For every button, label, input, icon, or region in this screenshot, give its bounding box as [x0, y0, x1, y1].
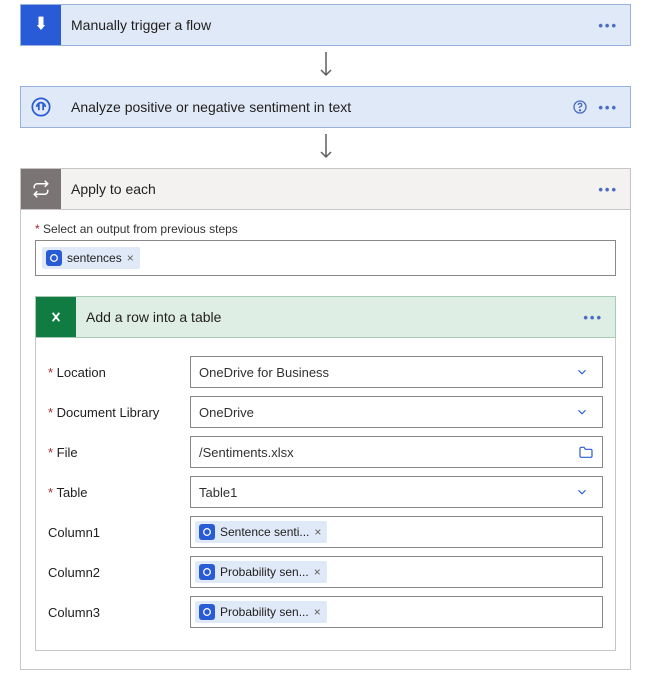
token-remove-button[interactable]: × [314, 525, 321, 539]
column3-input[interactable]: Probability sen... × [190, 596, 603, 628]
loop-body: Select an output from previous steps sen… [20, 210, 631, 670]
token-label: sentences [67, 251, 122, 265]
trigger-title: Manually trigger a flow [61, 17, 586, 33]
excel-menu-button[interactable]: ••• [583, 310, 603, 325]
flow-arrow-icon [20, 46, 631, 86]
location-select[interactable]: OneDrive for Business [190, 356, 603, 388]
token-label: Sentence senti... [220, 525, 309, 539]
loop-icon [21, 169, 61, 209]
column3-label: Column3 [48, 605, 178, 620]
token-col1[interactable]: Sentence senti... × [195, 521, 327, 543]
excel-icon [36, 297, 76, 337]
loop-title: Apply to each [61, 181, 586, 197]
file-picker[interactable]: /Sentiments.xlsx [190, 436, 603, 468]
token-label: Probability sen... [220, 605, 309, 619]
folder-picker-icon[interactable] [578, 445, 594, 459]
token-label: Probability sen... [220, 565, 309, 579]
output-label: Select an output from previous steps [35, 222, 616, 236]
excel-action-body: Location OneDrive for Business Document … [35, 338, 616, 651]
trigger-card[interactable]: Manually trigger a flow ••• [20, 4, 631, 46]
flow-arrow-icon [20, 128, 631, 168]
help-icon[interactable] [572, 99, 588, 115]
token-col3[interactable]: Probability sen... × [195, 601, 327, 623]
table-select[interactable]: Table1 [190, 476, 603, 508]
token-sentences[interactable]: sentences × [42, 247, 140, 269]
sentiment-menu-button[interactable]: ••• [598, 100, 618, 115]
chevron-down-icon[interactable] [570, 365, 594, 379]
column1-input[interactable]: Sentence senti... × [190, 516, 603, 548]
column2-label: Column2 [48, 565, 178, 580]
chevron-down-icon[interactable] [570, 485, 594, 499]
token-remove-button[interactable]: × [127, 251, 134, 265]
loop-header[interactable]: Apply to each ••• [20, 168, 631, 210]
excel-action-header[interactable]: Add a row into a table ••• [35, 296, 616, 338]
table-label: Table [48, 485, 178, 500]
sentiment-card[interactable]: Analyze positive or negative sentiment i… [20, 86, 631, 128]
chevron-down-icon[interactable] [570, 405, 594, 419]
file-label: File [48, 445, 178, 460]
location-label: Location [48, 365, 178, 380]
loop-output-input[interactable]: sentences × [35, 240, 616, 276]
manual-trigger-icon [21, 5, 61, 45]
column2-input[interactable]: Probability sen... × [190, 556, 603, 588]
ai-token-icon [46, 250, 62, 266]
token-col2[interactable]: Probability sen... × [195, 561, 327, 583]
sentiment-title: Analyze positive or negative sentiment i… [61, 99, 560, 115]
loop-menu-button[interactable]: ••• [598, 182, 618, 197]
trigger-menu-button[interactable]: ••• [598, 18, 618, 33]
ai-builder-icon [21, 87, 61, 127]
token-remove-button[interactable]: × [314, 605, 321, 619]
column1-label: Column1 [48, 525, 178, 540]
token-remove-button[interactable]: × [314, 565, 321, 579]
library-select[interactable]: OneDrive [190, 396, 603, 428]
ai-token-icon [199, 604, 215, 620]
excel-action-title: Add a row into a table [76, 309, 571, 325]
library-label: Document Library [48, 405, 178, 420]
ai-token-icon [199, 564, 215, 580]
ai-token-icon [199, 524, 215, 540]
